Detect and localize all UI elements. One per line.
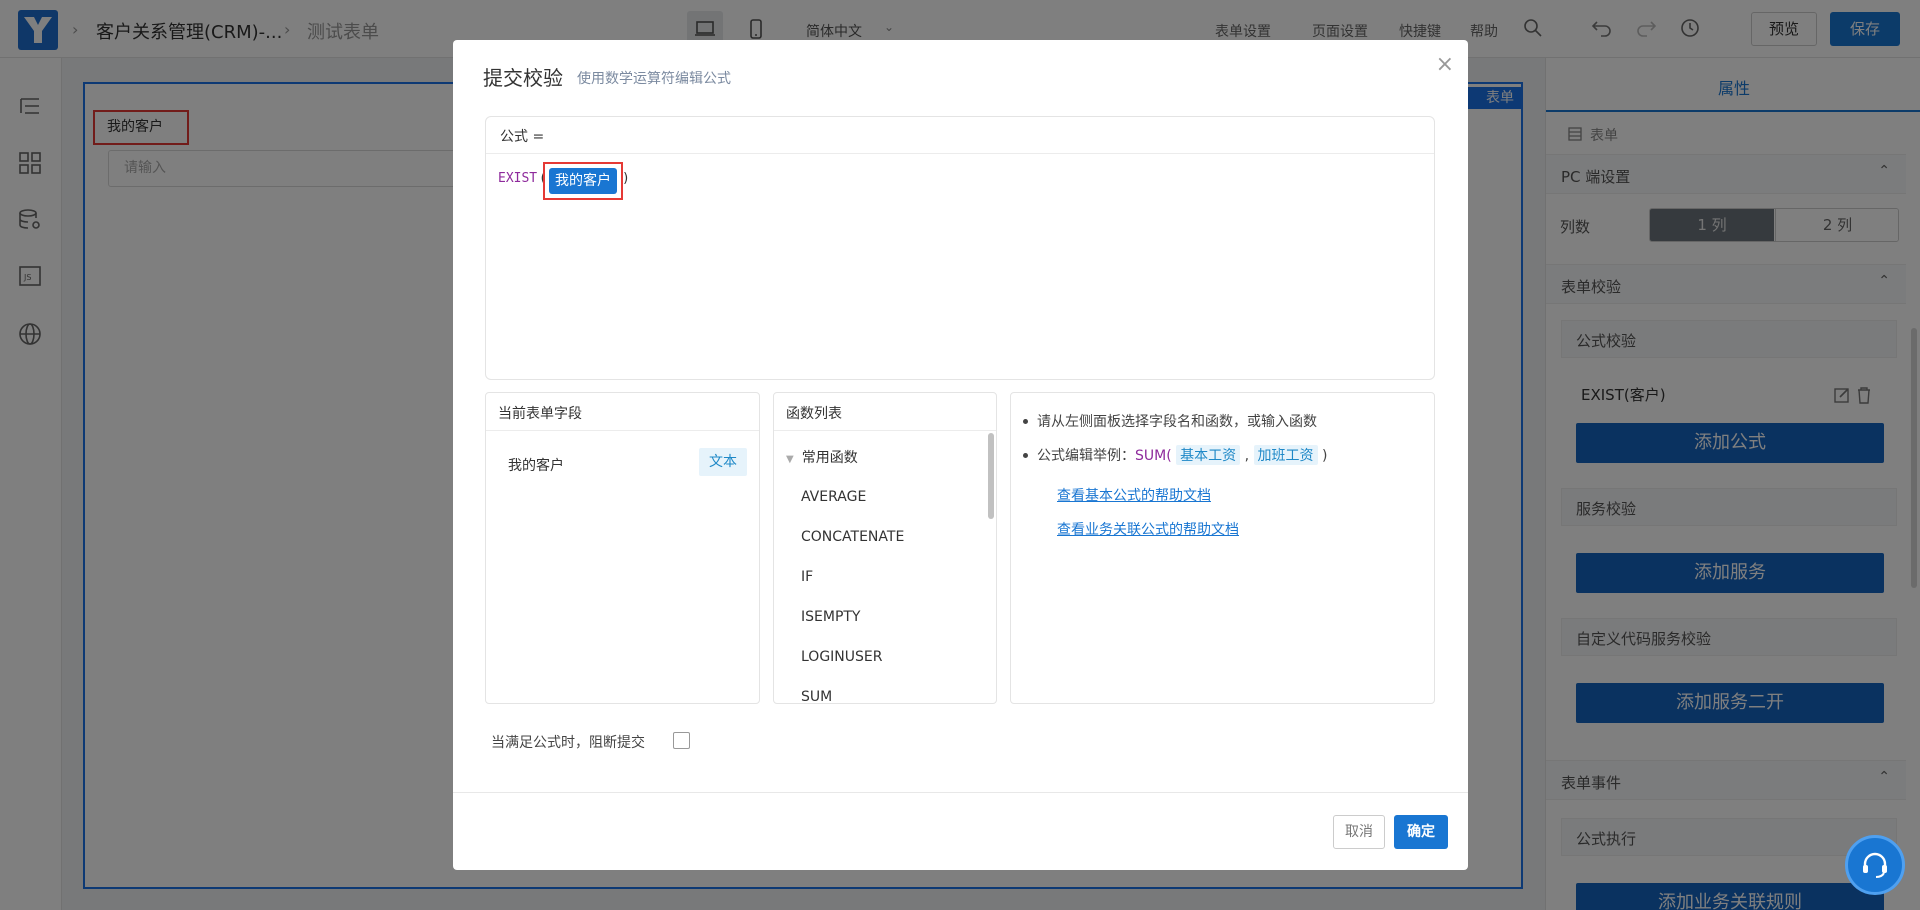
functions-panel-header: 函数列表 — [774, 393, 996, 431]
support-chat-button[interactable] — [1845, 835, 1905, 895]
function-item[interactable]: IF — [801, 569, 813, 585]
function-item[interactable]: SUM — [801, 689, 832, 703]
confirm-button[interactable]: 确定 — [1394, 815, 1448, 849]
formula-function: EXIST — [498, 171, 538, 186]
help-example-arg: 加班工资 — [1253, 445, 1318, 465]
submit-validation-dialog: 提交校验 使用数学运算符编辑公式 × 公式 = EXIST ( 我的客户 ) 当… — [453, 40, 1468, 870]
function-item[interactable]: AVERAGE — [801, 489, 866, 505]
block-submit-checkbox[interactable] — [673, 732, 690, 749]
function-item[interactable]: ISEMPTY — [801, 609, 861, 625]
close-paren: ) — [622, 171, 630, 186]
help-example-prefix: 公式编辑举例： — [1037, 448, 1135, 464]
field-type-badge: 文本 — [699, 448, 747, 476]
business-formula-help-link[interactable]: 查看业务关联公式的帮助文档 — [1057, 519, 1239, 539]
close-icon[interactable]: × — [1436, 52, 1454, 77]
fields-panel: 当前表单字段 我的客户 文本 — [485, 392, 760, 704]
fields-panel-header: 当前表单字段 — [486, 393, 759, 431]
function-item[interactable]: CONCATENATE — [801, 529, 904, 545]
help-panel: 请从左侧面板选择字段名和函数，或输入函数 公式编辑举例：SUM( 基本工资 , … — [1010, 392, 1435, 704]
functions-scrollbar[interactable] — [988, 433, 994, 519]
panel-title: 当前表单字段 — [498, 406, 582, 422]
footer-divider — [453, 792, 1468, 793]
formula-header-label: 公式 = — [500, 129, 545, 145]
block-submit-label: 当满足公式时，阻断提交 — [491, 735, 645, 751]
basic-formula-help-link[interactable]: 查看基本公式的帮助文档 — [1057, 485, 1211, 505]
help-example-arg: 基本工资 — [1176, 445, 1241, 465]
functions-panel: 函数列表 ▼ 常用函数 AVERAGE CONCATENATE IF ISEMPT… — [773, 392, 997, 704]
caret-down-icon: ▼ — [786, 454, 794, 465]
help-text: 请从左侧面板选择字段名和函数，或输入函数 — [1023, 411, 1317, 431]
headset-icon — [1863, 852, 1887, 878]
panel-title: 函数列表 — [786, 406, 842, 422]
help-example: 公式编辑举例：SUM( 基本工资 , 加班工资 ) — [1022, 445, 1327, 465]
dialog-subtitle: 使用数学运算符编辑公式 — [577, 71, 731, 87]
help-example-function: SUM — [1135, 448, 1167, 464]
dialog-title: 提交校验 — [483, 66, 563, 90]
field-item[interactable]: 我的客户 — [508, 455, 564, 475]
function-item[interactable]: LOGINUSER — [801, 649, 882, 665]
formula-header: 公式 = — [486, 117, 1434, 154]
formula-editor[interactable]: 公式 = EXIST ( 我的客户 ) — [485, 116, 1435, 380]
cancel-button[interactable]: 取消 — [1333, 815, 1385, 849]
formula-field-token[interactable]: 我的客户 — [549, 168, 617, 194]
function-group-label: 常用函数 — [801, 450, 858, 466]
function-group[interactable]: ▼ 常用函数 — [786, 447, 858, 467]
